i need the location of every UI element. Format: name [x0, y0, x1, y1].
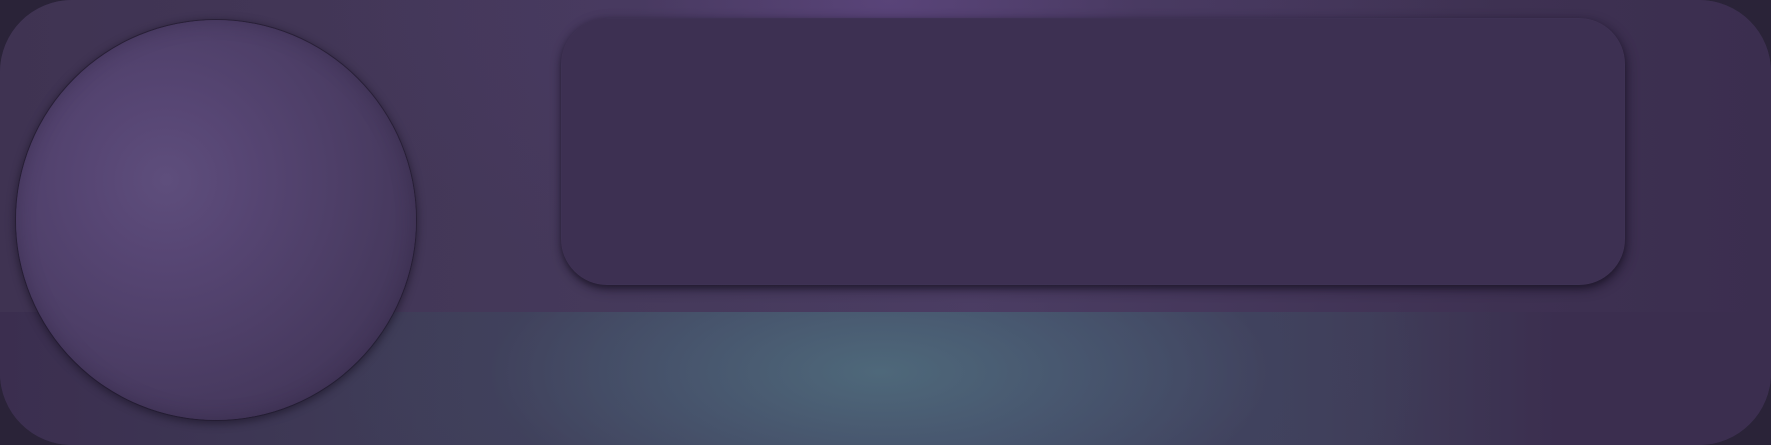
content-panel[interactable] [561, 18, 1625, 285]
content-panel-surface [561, 18, 1625, 285]
widget-card [0, 0, 1771, 445]
avatar-orb[interactable] [16, 20, 416, 420]
